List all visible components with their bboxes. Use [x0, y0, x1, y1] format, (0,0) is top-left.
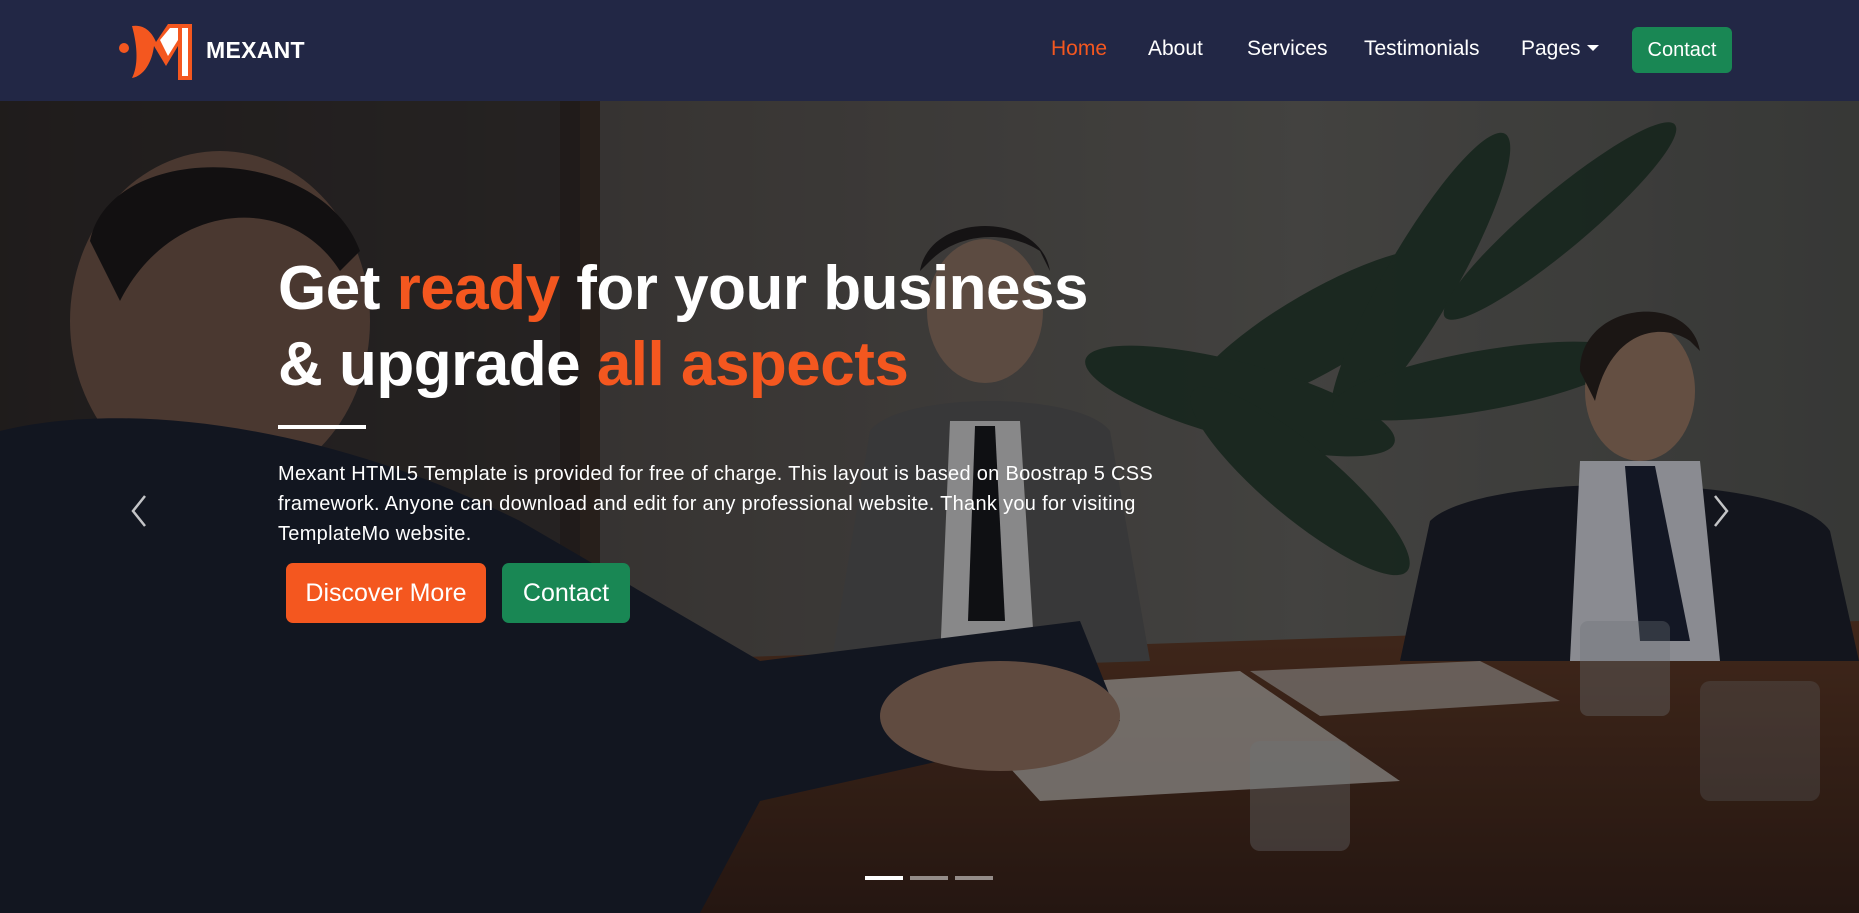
- nav-contact-button[interactable]: Contact: [1632, 27, 1732, 73]
- headline-highlight-aspects: all aspects: [596, 330, 909, 399]
- nav-item-pages-label: Pages: [1521, 37, 1581, 60]
- hero-carousel: Get ready for your business & upgrade al…: [0, 101, 1859, 913]
- headline-part-3: & upgrade: [278, 330, 597, 399]
- nav-item-home[interactable]: Home: [1051, 37, 1107, 61]
- caret-down-icon: [1586, 45, 1599, 51]
- navbar: MEXANT Home About Services Testimonials …: [0, 0, 1859, 101]
- nav-item-services[interactable]: Services: [1247, 37, 1328, 61]
- hero-contact-button[interactable]: Contact: [502, 563, 630, 623]
- chevron-right-icon: [1714, 495, 1729, 527]
- carousel-indicator-2[interactable]: [910, 876, 948, 880]
- headline-divider: [278, 425, 366, 429]
- hero-caption: Get ready for your business & upgrade al…: [278, 251, 1228, 549]
- carousel-prev-button[interactable]: [120, 491, 160, 531]
- carousel-indicator-1[interactable]: [865, 876, 903, 880]
- headline-part-2: for your business: [559, 254, 1088, 323]
- carousel-indicator-3[interactable]: [955, 876, 993, 880]
- carousel-next-button[interactable]: [1700, 491, 1740, 531]
- nav-item-testimonials[interactable]: Testimonials: [1364, 37, 1480, 61]
- nav-item-about[interactable]: About: [1148, 37, 1203, 61]
- main-nav: Home About Services Testimonials Pages C…: [0, 0, 1859, 101]
- nav-item-pages-dropdown[interactable]: Pages: [1521, 37, 1599, 61]
- carousel-indicators: [865, 876, 1000, 880]
- discover-more-button[interactable]: Discover More: [286, 563, 486, 623]
- headline-highlight-ready: ready: [396, 254, 560, 323]
- chevron-left-icon: [131, 495, 146, 527]
- hero-buttons: Discover More Contact: [286, 563, 630, 623]
- headline-part-1: Get: [278, 254, 397, 323]
- hero-description: Mexant HTML5 Template is provided for fr…: [278, 463, 1154, 545]
- hero-headline: Get ready for your business & upgrade al…: [278, 251, 1228, 403]
